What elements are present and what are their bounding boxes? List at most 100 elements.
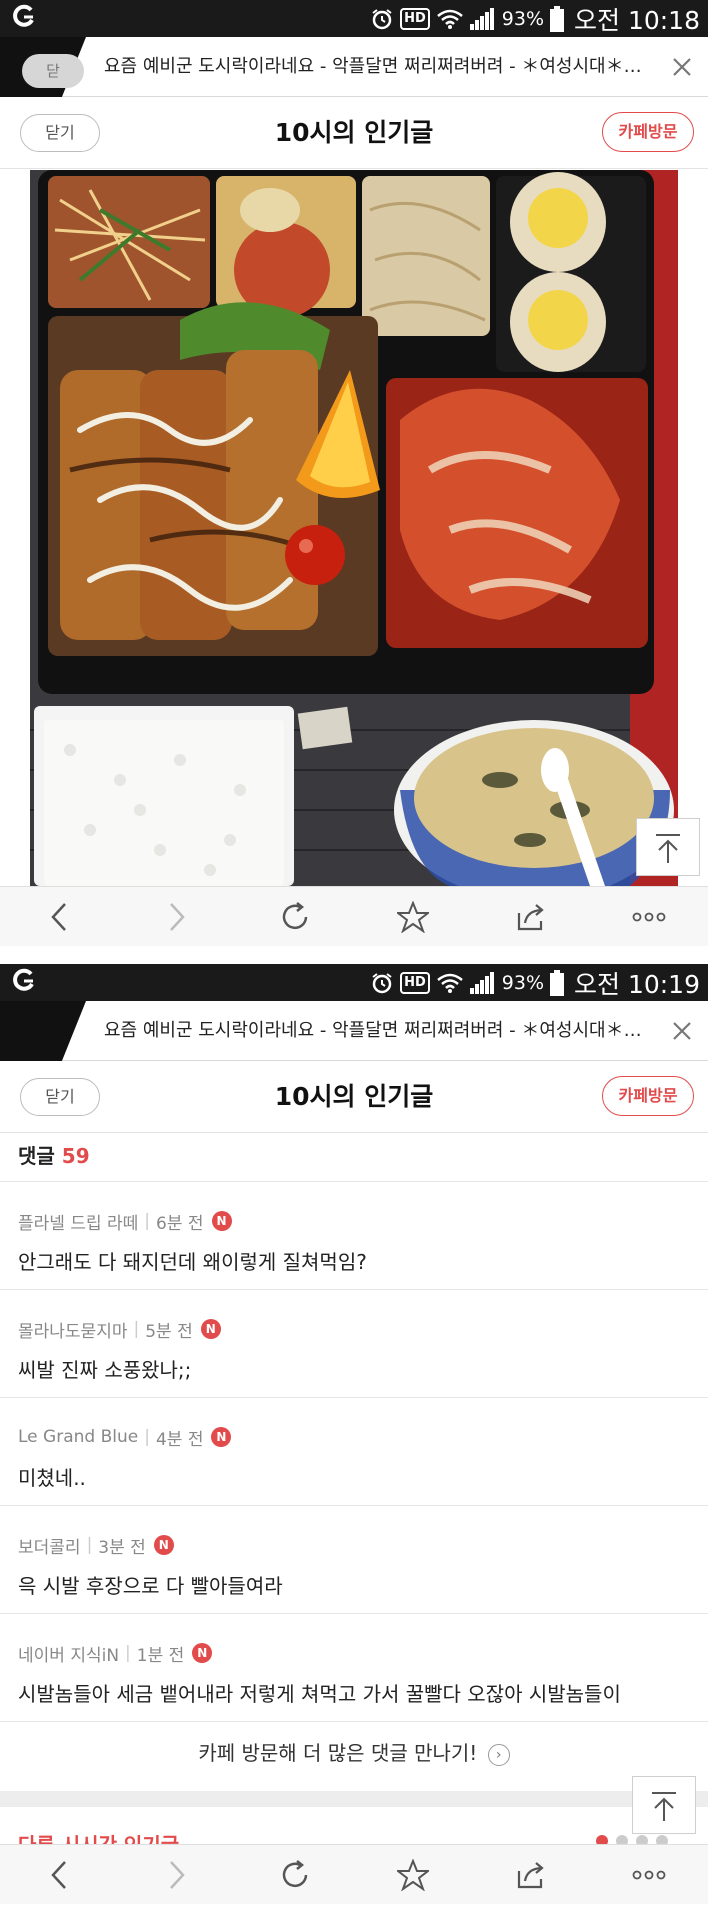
screenshot-2: HD 93% 오전 10:19 요즘 예비군 도시락이라네요 - 악플달면 쩌리…: [0, 964, 708, 1928]
chevron-right-icon: ›: [487, 1743, 510, 1766]
browser-tab-strip: 닫 요즘 예비군 도시락이라네요 - 악플달면 쩌리쩌려버려 - ＊여성시대＊ …: [0, 37, 708, 97]
share-button[interactable]: [501, 887, 561, 947]
forward-button[interactable]: [147, 887, 207, 947]
comment-item: Le Grand Blue | 4분 전 N 미쳤네..: [0, 1398, 708, 1506]
more-button[interactable]: [619, 1845, 679, 1905]
comment-time: 1분 전: [136, 1645, 185, 1666]
comment-text: 시발놈들아 세금 뱉어내라 저렇게 쳐먹고 가서 꿀빨다 오잖아 시발놈들이: [18, 1682, 621, 1706]
battery-icon: [550, 969, 564, 996]
comments-section: 댓글 59 플라넬 드립 라떼 | 6분 전N 안그래도 다 돼지던데 왜이렇게 질…: [0, 1134, 708, 1784]
scroll-to-top-button[interactable]: [636, 818, 700, 876]
comment-time: 6분 전: [156, 1213, 204, 1234]
page-dot[interactable]: [596, 1835, 608, 1844]
meta-divider: |: [125, 1643, 131, 1663]
signal-icon: [469, 971, 494, 994]
forward-icon: [170, 902, 185, 931]
comments-label: 댓글: [18, 1144, 55, 1168]
browser-toolbar: [0, 1844, 708, 1904]
close-tab-icon[interactable]: [666, 1015, 698, 1047]
comment-author[interactable]: Le Grand Blue: [18, 1427, 138, 1447]
carrier-logo-icon: [13, 968, 34, 991]
comment-text: 미쳤네..: [18, 1466, 86, 1490]
close-button[interactable]: 닫기: [20, 114, 100, 152]
comment-text: 윽 시발 후장으로 다 빨아들여라: [18, 1574, 283, 1598]
share-icon: [517, 903, 544, 930]
bookmark-button[interactable]: [383, 887, 443, 947]
arrow-up-icon: [656, 834, 680, 863]
meta-divider: |: [144, 1211, 151, 1231]
comment-author[interactable]: 몰라나도묻지마: [18, 1317, 127, 1342]
screenshot-1: HD 93% 오전 10:18 닫 요즘 예비군 도시락이라네요 - 악플달면 …: [0, 0, 708, 948]
new-badge: N: [211, 1211, 232, 1231]
next-section-peek: 다른 시시간 인기글: [0, 1807, 708, 1844]
close-button[interactable]: 닫기: [20, 1078, 100, 1116]
pagination-dots[interactable]: [596, 1835, 668, 1844]
comment-text: 씨발 진짜 소풍왔나;;: [18, 1358, 192, 1382]
comment-item: 몰라나도묻지마 | 5분 전 N 씨발 진짜 소풍왔나;;: [0, 1290, 708, 1398]
cafe-visit-button[interactable]: 카페방문: [602, 1076, 694, 1116]
new-badge: N: [153, 1535, 174, 1555]
hd-badge: HD: [400, 971, 430, 994]
comments-count: 59: [61, 1144, 90, 1168]
section-divider: [0, 1791, 708, 1807]
tab-title[interactable]: 요즘 예비군 도시락이라네요 - 악플달면 쩌리쩌려버려 - ＊여성시대＊ 차.…: [104, 1001, 644, 1061]
more-button[interactable]: [619, 887, 679, 947]
forward-icon: [170, 1860, 185, 1889]
wifi-icon: [436, 9, 463, 29]
share-icon: [517, 1861, 544, 1888]
new-badge: N: [200, 1319, 221, 1339]
back-button[interactable]: [29, 887, 89, 947]
page-header: 닫기 10시의 인기글 카페방문: [0, 1061, 708, 1133]
bookmark-star-icon: [397, 900, 429, 933]
page-dot[interactable]: [636, 1835, 648, 1844]
hd-badge: HD: [400, 7, 430, 30]
browser-toolbar: [0, 886, 708, 946]
status-bar: HD 93% 오전 10:18: [0, 0, 708, 37]
new-badge: N: [211, 1427, 232, 1447]
cafe-visit-button[interactable]: 카페방문: [602, 112, 694, 152]
share-button[interactable]: [501, 1845, 561, 1905]
alarm-icon: [372, 8, 392, 29]
page-header: 닫기 10시의 인기글 카페방문: [0, 97, 708, 169]
bookmark-button[interactable]: [383, 1845, 443, 1905]
previous-tab-label[interactable]: 닫: [22, 54, 84, 88]
refresh-icon: [282, 1859, 308, 1887]
previous-tab[interactable]: [0, 1001, 86, 1061]
meta-divider: |: [144, 1427, 150, 1447]
battery-icon: [550, 5, 564, 32]
scroll-to-top-button[interactable]: [632, 1776, 696, 1834]
comment-time: 3분 전: [98, 1537, 146, 1558]
status-time: 오전 10:18: [574, 5, 700, 35]
comment-text: 안그래도 다 돼지던데 왜이렇게 질쳐먹임?: [18, 1250, 367, 1274]
comment-time: 4분 전: [155, 1429, 204, 1450]
next-section-title[interactable]: 다른 시시간 인기글: [18, 1829, 179, 1844]
status-bar: HD 93% 오전 10:19: [0, 964, 708, 1001]
close-tab-icon[interactable]: [666, 51, 698, 83]
bookmark-star-icon: [397, 1858, 429, 1891]
page-dot[interactable]: [656, 1835, 668, 1844]
page-dot[interactable]: [616, 1835, 628, 1844]
comment-author[interactable]: 보더콜리: [18, 1533, 81, 1558]
tab-title[interactable]: 요즘 예비군 도시락이라네요 - 악플달면 쩌리쩌려버려 - ＊여성시대＊ 차.…: [104, 37, 644, 97]
comment-item: 네이버 지식iN | 1분 전 N 시발놈들아 세금 뱉어내라 저렇게 쳐먹고 가서 …: [0, 1614, 708, 1722]
comment-author[interactable]: 플라넬 드립 라떼: [18, 1209, 138, 1234]
refresh-button[interactable]: [265, 1845, 325, 1905]
more-comments-label[interactable]: 카페 방문해 더 많은 댓글 만나기!: [198, 1741, 477, 1765]
battery-percent: 93%: [501, 971, 544, 994]
back-button[interactable]: [29, 1845, 89, 1905]
refresh-button[interactable]: [265, 887, 325, 947]
back-icon: [51, 902, 66, 931]
carrier-logo-icon: [13, 4, 34, 27]
more-comments-link[interactable]: 카페 방문해 더 많은 댓글 만나기! ›: [0, 1722, 708, 1784]
comment-item: 플라넬 드립 라떼 | 6분 전 N 안그래도 다 돼지던데 왜이렇게 질쳐먹임?: [0, 1182, 708, 1290]
wifi-icon: [436, 973, 463, 993]
lunchbox-photo: [30, 170, 678, 886]
meta-divider: |: [86, 1535, 93, 1555]
comment-author[interactable]: 네이버 지식iN: [18, 1641, 119, 1666]
signal-icon: [469, 7, 494, 30]
forward-button[interactable]: [147, 1845, 207, 1905]
status-time: 오전 10:19: [574, 969, 700, 999]
more-icon: [632, 1870, 666, 1879]
comment-item: 보더콜리 | 3분 전 N 윽 시발 후장으로 다 빨아들여라: [0, 1506, 708, 1614]
browser-tab-strip: 요즘 예비군 도시락이라네요 - 악플달면 쩌리쩌려버려 - ＊여성시대＊ 차.…: [0, 1001, 708, 1061]
